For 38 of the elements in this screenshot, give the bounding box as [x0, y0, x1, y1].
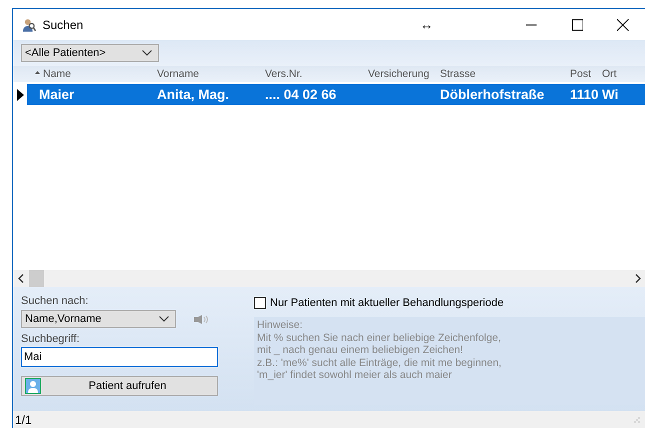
column-header[interactable]: Versicherung [368, 68, 430, 80]
table-row[interactable]: Maier Anita, Mag. .... 04 02 66 Döblerhofstraße 1110 Wi [27, 84, 645, 105]
table-cell: Maier [39, 87, 74, 102]
search-by-dropdown[interactable]: Name,Vorname [21, 310, 176, 328]
column-header[interactable]: Strasse [440, 68, 476, 80]
column-header[interactable]: Vorname [157, 68, 200, 80]
column-header[interactable]: Vers.Nr. [265, 68, 302, 80]
table-cell: 1110 [570, 87, 599, 102]
resize-grip-icon[interactable] [634, 417, 640, 423]
patient-card-icon [25, 378, 41, 394]
record-count: 1/1 [15, 413, 32, 427]
search-term-field[interactable]: Mai [21, 347, 218, 367]
table-cell: .... 04 02 66 [265, 87, 336, 102]
resize-arrow: ↔ [420, 17, 434, 32]
doctor-search-icon [21, 16, 36, 32]
maximize-icon[interactable] [572, 18, 584, 30]
chevron-down-icon [159, 316, 169, 322]
scroll-right-icon[interactable] [635, 274, 641, 283]
close-icon[interactable] [617, 18, 630, 30]
scrollbar-thumb[interactable] [29, 270, 44, 287]
table-cell: Wi [602, 87, 618, 102]
patient-filter-dropdown[interactable]: <Alle Patienten> [21, 44, 159, 62]
column-header[interactable]: Post [570, 68, 592, 80]
field-label: Suchbegriff: [21, 333, 80, 345]
window-title: Suchen [42, 18, 84, 32]
column-header[interactable]: Name [43, 68, 72, 80]
checkbox-label[interactable]: Nur Patienten mit aktueller Behandlungsperiode [270, 297, 504, 309]
table-cell: Anita, Mag. [157, 87, 230, 102]
table-cell: Döblerhofstraße [440, 87, 544, 102]
field-label: Suchen nach: [21, 295, 88, 307]
open-patient-button[interactable]: Patient aufrufen [21, 376, 218, 396]
chevron-down-icon [142, 50, 152, 56]
scroll-left-icon[interactable] [18, 274, 24, 283]
column-header[interactable]: Ort [602, 68, 617, 80]
hints-text: Hinweise: Mit % suchen Sie nach einer beliebige Zeichenfolge, mit _ nach genau einem beliebigen Zeichen! z.B.: 'me%' sucht alle Einträge, die mit me beginnen, 'm_ier' findet sowohl meier als auch maier [257, 319, 502, 382]
sort-icon [35, 70, 40, 74]
horizontal-scrollbar[interactable] [13, 270, 645, 287]
checkbox[interactable] [254, 297, 266, 309]
